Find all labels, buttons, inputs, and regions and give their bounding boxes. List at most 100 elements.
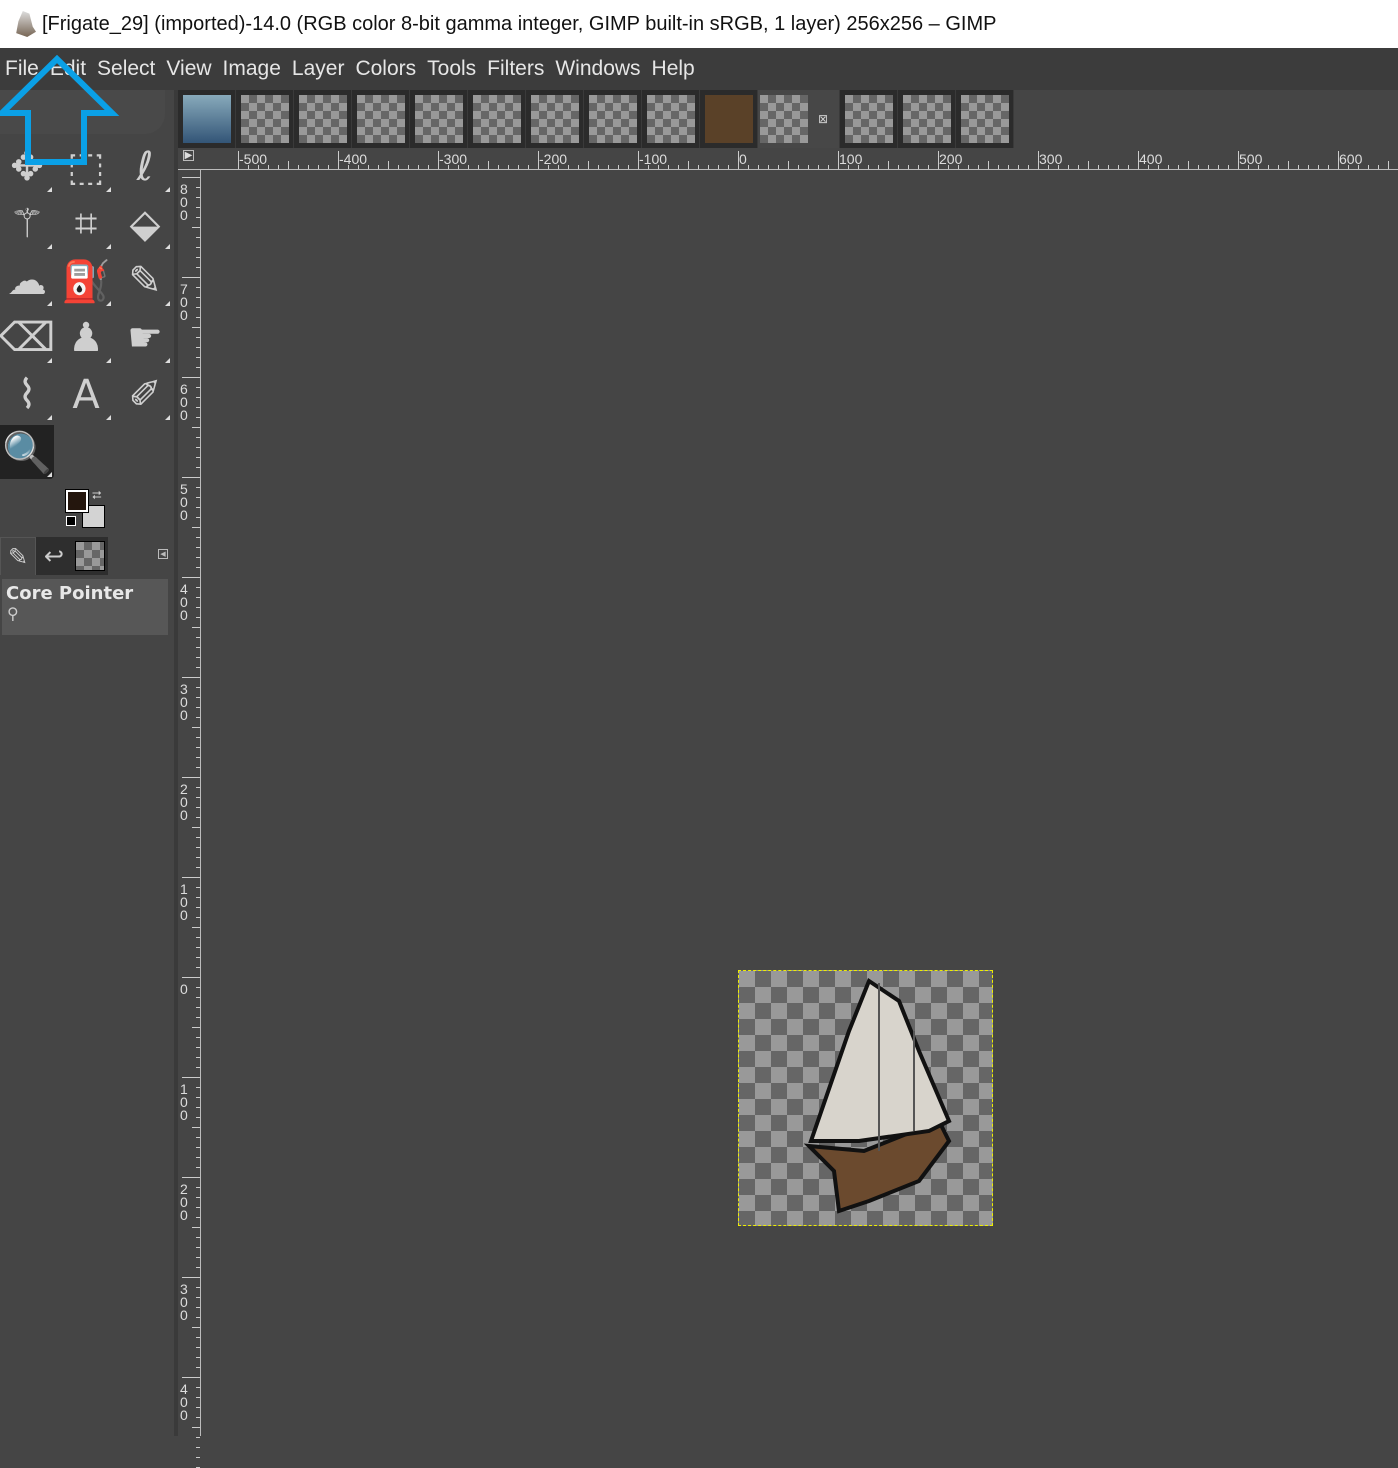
image-thumbnail [298,95,347,143]
ruler-tick [1028,165,1029,169]
paths-tool-icon[interactable]: ⌇ [0,368,54,422]
bucket-fill-tool-icon[interactable]: ⛽ [59,254,113,308]
ruler-tick [948,165,949,169]
crop-tool-icon[interactable]: ⌗ [59,197,113,251]
ruler-tick [1218,165,1219,169]
pencil-tool-icon[interactable]: ✎ [118,254,172,308]
image-thumbnail [530,95,579,143]
transform-tool-icon[interactable]: ⬙ [118,197,172,251]
ruler-tick [1198,165,1199,169]
foreground-color[interactable] [65,489,89,513]
ruler-tick [196,1047,200,1048]
image-tab[interactable] [410,90,468,148]
image-thumbnail [588,95,637,143]
ruler-tick [1158,165,1159,169]
zoom-tool-icon[interactable]: 🔍 [0,425,54,479]
menu-help[interactable]: Help [647,57,701,81]
ruler-tick [182,1177,200,1178]
image-thumbnail [704,95,753,143]
image-tab[interactable] [178,90,236,148]
ruler-tick [196,1187,200,1188]
tab-images[interactable] [72,537,108,575]
image-thumbnail [960,95,1009,143]
device-name: Core Pointer [6,583,134,604]
ruler-tick [598,165,599,169]
image-tab[interactable] [294,90,352,148]
image-tab[interactable] [526,90,584,148]
dock-menu-button[interactable]: ◀ [158,549,168,559]
ruler-tick [238,151,239,169]
smudge-tool-icon[interactable]: ☛ [118,311,172,365]
ruler-tick [196,857,200,858]
ruler-label: 600 [180,381,188,423]
fuzzy-select-tool-icon[interactable]: ⚚ [0,197,54,251]
menu-image[interactable]: Image [218,57,287,81]
image-tab[interactable] [840,90,898,148]
ruler-tick [196,467,200,468]
ruler-tick [196,697,200,698]
ruler-tick [1008,165,1009,169]
menu-filters[interactable]: Filters [482,57,550,81]
ruler-tick [648,165,649,169]
tab-undo-history[interactable]: ↩ [36,537,72,575]
image-canvas[interactable] [738,970,993,1226]
image-tab[interactable]: ⊠ [758,90,840,148]
clone-tool-icon[interactable]: ♟ [59,311,113,365]
ruler-tick [298,165,299,169]
image-tab[interactable] [584,90,642,148]
text-tool-icon[interactable]: A [59,368,113,422]
image-tab[interactable] [468,90,526,148]
ruler-label: 400 [180,581,188,623]
image-tab[interactable] [352,90,410,148]
free-select-tool-icon[interactable]: ℓ [118,140,172,194]
ruler-tick [196,367,200,368]
ruler-tick [318,165,319,169]
ruler-tick [196,1237,200,1238]
default-colors-icon[interactable] [66,516,76,526]
ruler-tick [428,165,429,169]
ruler-tick [258,165,259,169]
image-tab[interactable] [956,90,1014,148]
ruler-tick [196,257,200,258]
ruler-tick [738,151,739,169]
image-tab[interactable] [898,90,956,148]
close-tab-icon[interactable]: ⊠ [818,112,828,126]
tab-device-status[interactable]: ✎ [0,537,36,575]
window-title: [Frigate_29] (imported)-14.0 (RGB color … [42,13,997,35]
ruler-tick [1208,165,1209,169]
menu-tools[interactable]: Tools [422,57,482,81]
ruler-tick [196,267,200,268]
ruler-tick [196,787,200,788]
ruler-tick [196,347,200,348]
ruler-tick [278,165,279,169]
ruler-label: -500 [239,151,268,167]
ruler-tick [196,837,200,838]
search-icon[interactable]: ⚲ [2,604,168,623]
image-tab[interactable] [700,90,758,148]
menu-view[interactable]: View [161,57,217,81]
ruler-tick [196,297,200,298]
ruler-tick [668,165,669,169]
image-tab[interactable] [236,90,294,148]
warp-tool-icon[interactable]: ☁ [0,254,54,308]
ruler-tick [196,737,200,738]
color-picker-tool-icon[interactable]: ✐ [118,368,172,422]
ruler-tick [196,517,200,518]
menu-windows[interactable]: Windows [550,57,646,81]
ruler-tick [288,161,289,169]
ruler-tick [898,165,899,169]
ruler-tick [196,1257,200,1258]
ruler-tick [808,165,809,169]
menu-colors[interactable]: Colors [350,57,422,81]
image-tab[interactable] [642,90,700,148]
ruler-tick [988,161,989,169]
menu-layer[interactable]: Layer [287,57,351,81]
navigate-button[interactable]: ▶ [183,150,194,161]
frigate-ship-image [803,977,952,1214]
ruler-tick [196,1337,200,1338]
ruler-tick [1018,165,1019,169]
swap-colors-icon[interactable]: ⮂ [92,488,102,503]
ruler-tick [798,165,799,169]
ruler-label: -400 [339,151,368,167]
eraser-tool-icon[interactable]: ⌫ [0,311,55,365]
